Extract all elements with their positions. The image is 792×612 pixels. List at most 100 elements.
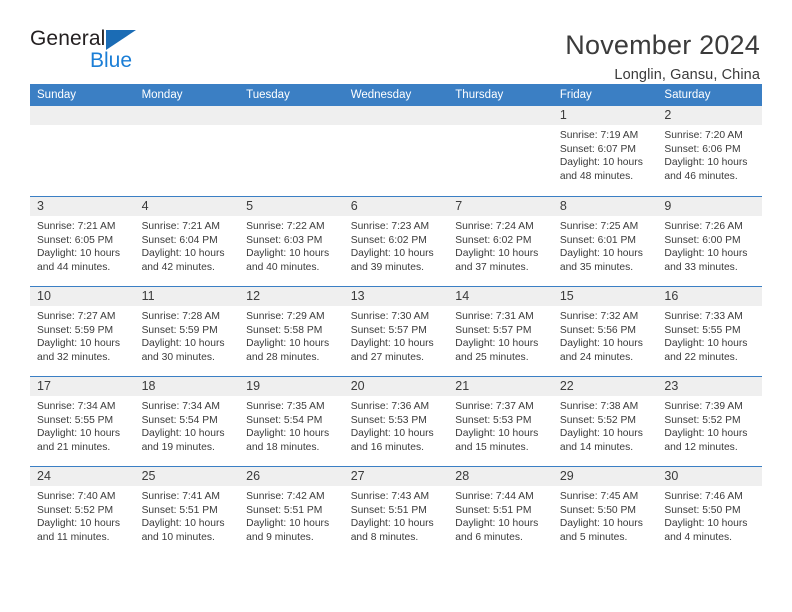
calendar-day-cell[interactable]: 19 Sunrise: 7:35 AM Sunset: 5:54 PM Dayligh… bbox=[239, 377, 344, 466]
calendar-day-cell[interactable]: 20 Sunrise: 7:36 AM Sunset: 5:53 PM Dayligh… bbox=[343, 377, 449, 466]
day-cell-body: Sunrise: 7:35 AM Sunset: 5:54 PM Daylight:… bbox=[239, 396, 344, 454]
day-cell-body: Sunrise: 7:36 AM Sunset: 5:53 PM Daylight:… bbox=[344, 396, 449, 454]
sunset-text: Sunset: 5:50 PM bbox=[559, 504, 636, 516]
calendar-day-cell[interactable]: 11 Sunrise: 7:28 AM Sunset: 5:59 PM Dayligh… bbox=[134, 287, 240, 376]
sunset-text: Sunset: 5:57 PM bbox=[350, 324, 427, 336]
calendar-day-cell[interactable]: 29 Sunrise: 7:45 AM Sunset: 5:50 PM Dayligh… bbox=[552, 467, 658, 556]
sunrise-text: Sunrise: 7:24 AM bbox=[455, 221, 534, 232]
weekday-header-thursday: Thursday bbox=[455, 89, 504, 101]
sunrise-text: Sunrise: 7:43 AM bbox=[350, 491, 430, 502]
day-number: 10 bbox=[37, 289, 51, 303]
calendar-day-cell[interactable]: 22 Sunrise: 7:38 AM Sunset: 5:52 PM Dayligh… bbox=[552, 377, 658, 466]
generalblue-logo[interactable]: General Blue bbox=[30, 28, 145, 76]
day-cell-body: Sunrise: 7:29 AM Sunset: 5:58 PM Daylight:… bbox=[239, 306, 344, 364]
calendar-day-cell[interactable]: 26 Sunrise: 7:42 AM Sunset: 5:51 PM Dayligh… bbox=[239, 467, 344, 556]
daylight-text-line1: Daylight: 10 hours bbox=[350, 518, 434, 530]
sunrise-text: Sunrise: 7:22 AM bbox=[246, 221, 325, 232]
day-cell-body: Sunrise: 7:34 AM Sunset: 5:54 PM Daylight:… bbox=[135, 396, 240, 454]
day-number-band: 24 bbox=[30, 467, 135, 486]
daylight-text-line2: and 40 minutes. bbox=[246, 261, 320, 273]
sunset-text: Sunset: 5:54 PM bbox=[246, 414, 323, 426]
title-block: November 2024 Longlin, Gansu, China bbox=[565, 28, 760, 83]
calendar-day-cell[interactable]: 17 Sunrise: 7:34 AM Sunset: 5:55 PM Dayligh… bbox=[30, 377, 135, 466]
calendar-day-cell[interactable]: 18 Sunrise: 7:34 AM Sunset: 5:54 PM Dayligh… bbox=[134, 377, 240, 466]
day-number-band: 8 bbox=[552, 197, 658, 216]
day-number-band: 7 bbox=[448, 197, 553, 216]
sunset-text: Sunset: 6:04 PM bbox=[141, 234, 218, 246]
day-cell-body: Sunrise: 7:26 AM Sunset: 6:00 PM Daylight:… bbox=[657, 216, 762, 274]
calendar-day-cell[interactable]: 3 Sunrise: 7:21 AM Sunset: 6:05 PM Daylight… bbox=[30, 197, 135, 286]
calendar-day-cell-empty bbox=[30, 106, 135, 196]
daylight-text-line1: Daylight: 10 hours bbox=[350, 248, 434, 260]
calendar-week-row: 24 Sunrise: 7:40 AM Sunset: 5:52 PM Dayligh… bbox=[30, 466, 762, 556]
day-cell-body: Sunrise: 7:21 AM Sunset: 6:04 PM Daylight:… bbox=[135, 216, 240, 274]
day-number: 25 bbox=[141, 469, 156, 483]
day-number-band bbox=[448, 106, 553, 125]
calendar-day-cell[interactable]: 24 Sunrise: 7:40 AM Sunset: 5:52 PM Dayligh… bbox=[30, 467, 135, 556]
calendar-day-cell[interactable]: 16 Sunrise: 7:33 AM Sunset: 5:55 PM Dayligh… bbox=[657, 287, 762, 376]
sunrise-text: Sunrise: 7:34 AM bbox=[141, 401, 220, 412]
day-cell-body: Sunrise: 7:39 AM Sunset: 5:52 PM Daylight:… bbox=[657, 396, 762, 454]
daylight-text-line2: and 12 minutes. bbox=[664, 441, 738, 453]
day-number: 3 bbox=[37, 199, 44, 213]
day-number: 30 bbox=[664, 469, 679, 483]
daylight-text-line1: Daylight: 10 hours bbox=[559, 428, 643, 440]
calendar-day-cell[interactable]: 21 Sunrise: 7:37 AM Sunset: 5:53 PM Dayligh… bbox=[448, 377, 553, 466]
calendar-day-cell[interactable]: 30 Sunrise: 7:46 AM Sunset: 5:50 PM Dayligh… bbox=[657, 467, 762, 556]
day-number-band: 12 bbox=[239, 287, 344, 306]
day-number: 6 bbox=[350, 199, 358, 213]
calendar-day-cell[interactable]: 15 Sunrise: 7:32 AM Sunset: 5:56 PM Dayligh… bbox=[552, 287, 658, 376]
calendar-day-cell[interactable]: 8 Sunrise: 7:25 AM Sunset: 6:01 PM Daylight… bbox=[552, 197, 658, 286]
calendar-day-cell[interactable]: 14 Sunrise: 7:31 AM Sunset: 5:57 PM Dayligh… bbox=[448, 287, 553, 376]
sunset-text: Sunset: 6:06 PM bbox=[664, 143, 741, 155]
day-number: 23 bbox=[664, 379, 679, 393]
day-number-band: 28 bbox=[448, 467, 553, 486]
day-number: 9 bbox=[664, 199, 672, 213]
daylight-text-line1: Daylight: 10 hours bbox=[455, 428, 539, 440]
calendar-day-cell[interactable]: 5 Sunrise: 7:22 AM Sunset: 6:03 PM Daylight… bbox=[239, 197, 344, 286]
calendar-day-cell[interactable]: 12 Sunrise: 7:29 AM Sunset: 5:58 PM Dayligh… bbox=[239, 287, 344, 376]
weeks-container: 1 Sunrise: 7:19 AM Sunset: 6:07 PM Daylight… bbox=[30, 106, 762, 556]
calendar-day-cell[interactable]: 28 Sunrise: 7:44 AM Sunset: 5:51 PM Dayligh… bbox=[448, 467, 553, 556]
calendar-day-cell[interactable]: 2 Sunrise: 7:20 AM Sunset: 6:06 PM Daylight… bbox=[657, 106, 762, 196]
logo-blue-text: Blue bbox=[90, 49, 133, 72]
sunset-text: Sunset: 5:55 PM bbox=[37, 414, 114, 426]
sunset-text: Sunset: 6:01 PM bbox=[559, 234, 636, 246]
day-cell-body: Sunrise: 7:28 AM Sunset: 5:59 PM Daylight:… bbox=[135, 306, 240, 364]
daylight-text-line1: Daylight: 10 hours bbox=[141, 248, 225, 260]
day-number: 15 bbox=[559, 289, 574, 303]
calendar-day-cell[interactable]: 23 Sunrise: 7:39 AM Sunset: 5:52 PM Dayligh… bbox=[657, 377, 762, 466]
sunrise-text: Sunrise: 7:34 AM bbox=[37, 401, 116, 412]
weekday-header-monday: Monday bbox=[141, 89, 183, 101]
daylight-text-line2: and 48 minutes. bbox=[559, 170, 634, 182]
calendar-day-cell[interactable]: 13 Sunrise: 7:30 AM Sunset: 5:57 PM Dayligh… bbox=[343, 287, 449, 376]
day-number: 14 bbox=[455, 289, 470, 303]
daylight-text-line2: and 9 minutes. bbox=[246, 531, 314, 543]
day-number-band: 21 bbox=[448, 377, 553, 396]
daylight-text-line1: Daylight: 10 hours bbox=[37, 518, 120, 530]
daylight-text-line1: Daylight: 10 hours bbox=[246, 428, 330, 440]
day-number-band: 11 bbox=[134, 287, 240, 306]
daylight-text-line2: and 14 minutes. bbox=[559, 441, 634, 453]
day-number-band: 14 bbox=[448, 287, 553, 306]
daylight-text-line2: and 10 minutes. bbox=[141, 531, 215, 543]
calendar-day-cell[interactable]: 27 Sunrise: 7:43 AM Sunset: 5:51 PM Dayligh… bbox=[343, 467, 449, 556]
sunset-text: Sunset: 5:51 PM bbox=[246, 504, 323, 516]
day-number: 7 bbox=[455, 199, 463, 213]
calendar-day-cell[interactable]: 1 Sunrise: 7:19 AM Sunset: 6:07 PM Daylight… bbox=[552, 106, 658, 196]
calendar-day-cell[interactable]: 9 Sunrise: 7:26 AM Sunset: 6:00 PM Daylight… bbox=[657, 197, 762, 286]
calendar-day-cell[interactable]: 6 Sunrise: 7:23 AM Sunset: 6:02 PM Daylight… bbox=[343, 197, 449, 286]
calendar-day-cell[interactable]: 7 Sunrise: 7:24 AM Sunset: 6:02 PM Daylight… bbox=[448, 197, 553, 286]
calendar-day-cell[interactable]: 25 Sunrise: 7:41 AM Sunset: 5:51 PM Dayligh… bbox=[134, 467, 240, 556]
daylight-text-line1: Daylight: 10 hours bbox=[141, 518, 225, 530]
day-cell-body: Sunrise: 7:27 AM Sunset: 5:59 PM Daylight:… bbox=[30, 306, 135, 364]
daylight-text-line2: and 44 minutes. bbox=[37, 261, 111, 273]
calendar-week-row: 1 Sunrise: 7:19 AM Sunset: 6:07 PM Daylight… bbox=[30, 106, 762, 196]
calendar-day-cell[interactable]: 10 Sunrise: 7:27 AM Sunset: 5:59 PM Dayligh… bbox=[30, 287, 135, 376]
day-number: 11 bbox=[141, 289, 155, 303]
sunset-text: Sunset: 5:58 PM bbox=[246, 324, 323, 336]
calendar-day-cell[interactable]: 4 Sunrise: 7:21 AM Sunset: 6:04 PM Daylight… bbox=[134, 197, 240, 286]
sunrise-text: Sunrise: 7:19 AM bbox=[559, 130, 639, 141]
sunset-text: Sunset: 6:02 PM bbox=[455, 234, 532, 246]
day-number: 20 bbox=[350, 379, 365, 393]
